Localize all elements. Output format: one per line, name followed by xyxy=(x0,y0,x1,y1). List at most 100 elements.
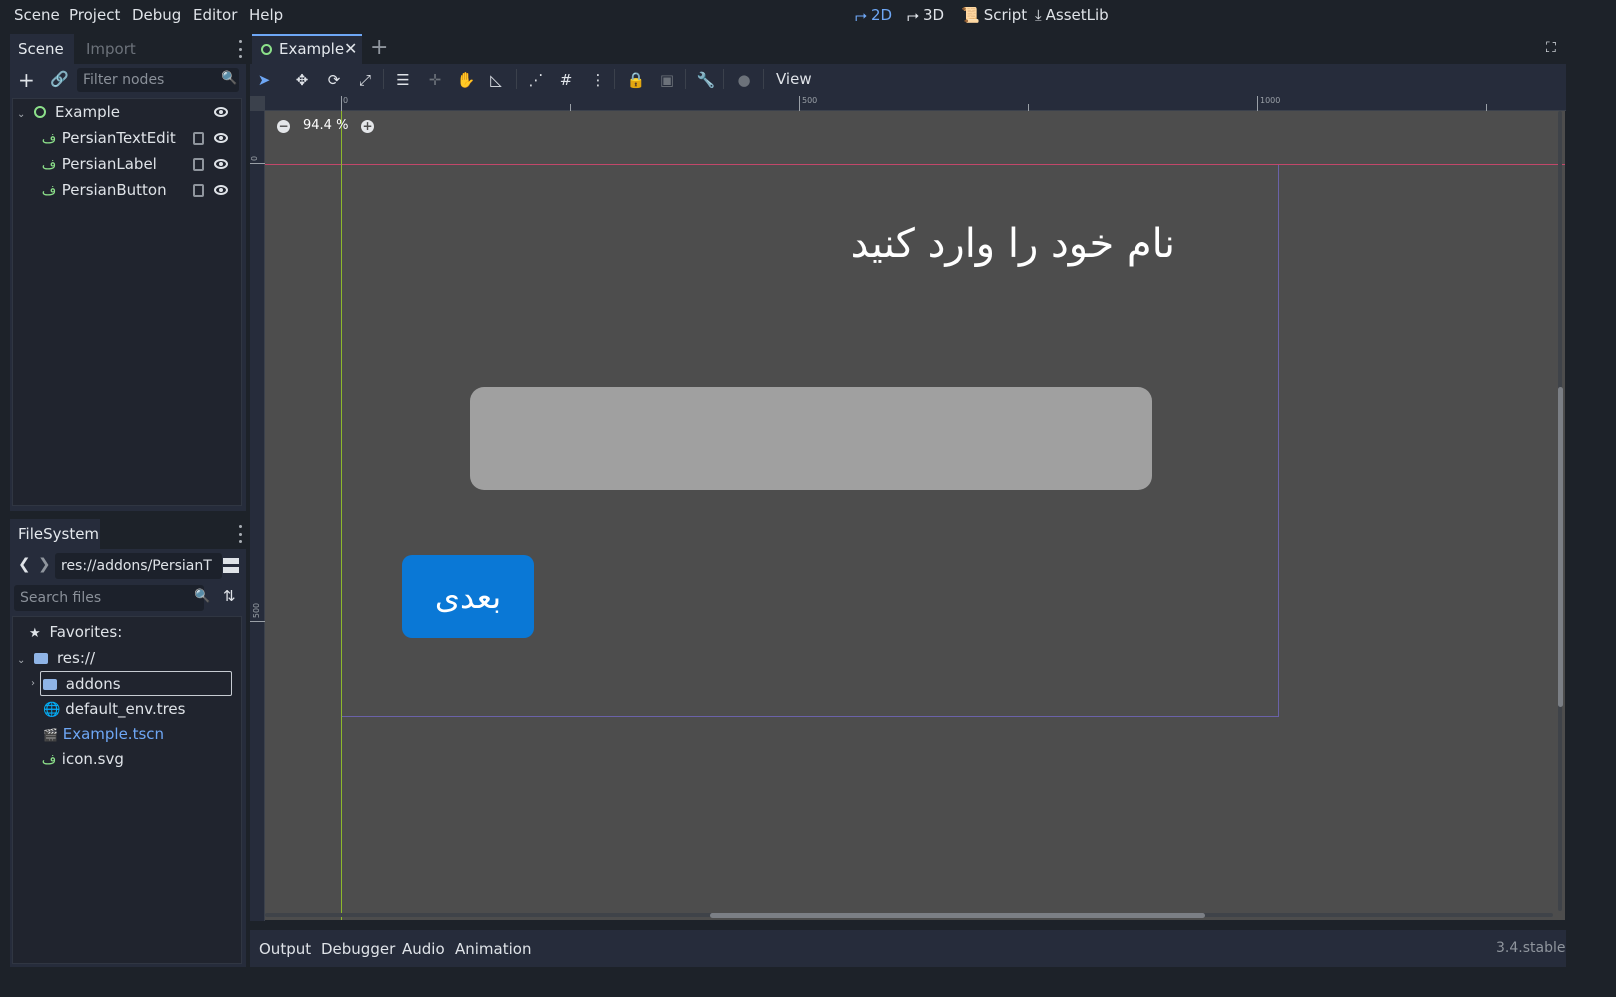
filesystem-dock-tabs: FileSystem xyxy=(10,519,246,549)
workspace-assetlib-button[interactable]: ⤓ AssetLib xyxy=(1035,6,1109,24)
group-icon[interactable]: ▣ xyxy=(657,71,677,89)
add-node-icon[interactable]: + xyxy=(18,68,35,92)
script-attached-icon[interactable] xyxy=(193,184,204,197)
file-item-default-env[interactable]: 🌐 default_env.tres xyxy=(43,697,185,721)
filesystem-menu-icon[interactable] xyxy=(238,525,242,543)
tab-filesystem[interactable]: FileSystem xyxy=(10,519,100,549)
editor-tab-label: Example xyxy=(279,40,345,58)
favorites-row[interactable]: ★ Favorites: xyxy=(29,620,122,644)
script-attached-icon[interactable] xyxy=(193,158,204,171)
list-select-icon[interactable]: ☰ xyxy=(393,71,413,89)
workspace-2d-button[interactable]: ⮣ 2D xyxy=(855,6,892,24)
node-name: PersianButton xyxy=(61,181,167,199)
horizontal-scrollbar[interactable] xyxy=(710,913,1205,918)
snap-options-icon[interactable]: ⋮ xyxy=(588,71,608,89)
file-item-icon-svg[interactable]: ف icon.svg xyxy=(41,747,124,771)
workspace-3d-button[interactable]: ⮣ 3D xyxy=(907,6,944,24)
folder-icon xyxy=(34,653,49,664)
key-camera-icon[interactable]: ● xyxy=(734,71,754,89)
visibility-eye-icon[interactable] xyxy=(214,133,228,143)
grid-snap-icon[interactable]: # xyxy=(556,71,576,89)
persian-button[interactable]: بعدی xyxy=(402,555,534,638)
menu-project[interactable]: Project xyxy=(69,6,120,24)
file-item-addons[interactable]: › addons xyxy=(31,671,232,696)
split-view-icon[interactable] xyxy=(223,558,239,574)
toolbar-separator xyxy=(685,69,686,89)
back-arrow-icon[interactable]: ❮ xyxy=(18,555,31,573)
scene-dock: + 🔗 Filter nodes 🔍 ⌄ Example ف PersianTe… xyxy=(10,64,246,511)
tab-import[interactable]: Import xyxy=(78,34,144,64)
file-name: addons xyxy=(65,675,121,693)
scene-tree: ⌄ Example ف PersianTextEdit ف PersianLab… xyxy=(12,98,242,506)
link-icon[interactable]: 🔗 xyxy=(50,70,69,88)
select-tool-icon[interactable]: ➤ xyxy=(254,71,274,89)
filter-nodes-input[interactable]: Filter nodes xyxy=(77,68,239,92)
ruler-label: 0 xyxy=(250,155,260,162)
move-tool-icon[interactable]: ✥ xyxy=(292,71,312,89)
tree-node-example[interactable]: ⌄ Example xyxy=(17,100,120,124)
persian-fa-icon: ف xyxy=(41,183,57,199)
favorites-label: Favorites: xyxy=(49,623,123,641)
node-name: Example xyxy=(54,103,121,121)
file-item-example-tscn[interactable]: 🎬 Example.tscn xyxy=(43,722,164,746)
skeleton-bone-icon[interactable]: 🔧 xyxy=(696,71,716,89)
scale-tool-icon[interactable]: ⤢ xyxy=(355,71,375,89)
rotate-tool-icon[interactable]: ⟳ xyxy=(324,71,344,89)
chevron-right-icon: › xyxy=(31,678,35,689)
scene-dock-menu-icon[interactable] xyxy=(238,40,242,58)
persian-label[interactable]: نام خود را وارد کنید xyxy=(805,221,1175,267)
forward-arrow-icon[interactable]: ❯ xyxy=(38,555,51,573)
canvas-viewport[interactable]: − 94.4 % + نام خود را وارد کنید بعدی xyxy=(265,111,1565,920)
script-attached-icon[interactable] xyxy=(193,132,204,145)
ruler-tool-icon[interactable]: ◺ xyxy=(486,71,506,89)
lock-icon[interactable]: 🔒 xyxy=(626,71,646,89)
workspace-assetlib-label: AssetLib xyxy=(1045,6,1109,24)
download-icon: ⤓ xyxy=(1035,6,1042,24)
tree-node-persianlabel[interactable]: ف PersianLabel xyxy=(41,152,157,176)
toolbar-separator xyxy=(516,69,517,89)
visibility-eye-icon[interactable] xyxy=(214,185,228,195)
vertical-ruler: 0 500 xyxy=(250,96,265,921)
menu-debug[interactable]: Debug xyxy=(132,6,181,24)
zoom-in-icon[interactable]: + xyxy=(361,120,374,133)
pan-tool-icon[interactable]: ✋ xyxy=(456,71,476,89)
version-label: 3.4.stable xyxy=(1496,940,1566,956)
sort-icon[interactable]: ⇅ xyxy=(223,587,236,605)
menu-editor[interactable]: Editor xyxy=(193,6,237,24)
tree-node-persiantextedit[interactable]: ف PersianTextEdit xyxy=(41,126,176,150)
filesystem-path-field[interactable]: res://addons/PersianT xyxy=(55,553,222,579)
pivot-tool-icon[interactable]: ✛ xyxy=(425,71,445,89)
add-tab-icon[interactable]: + xyxy=(370,35,388,60)
audio-button[interactable]: Audio xyxy=(402,940,445,958)
vertical-scrollbar[interactable] xyxy=(1558,387,1563,707)
smart-snap-icon[interactable]: ⋰ xyxy=(526,71,546,89)
menu-scene[interactable]: Scene xyxy=(14,6,60,24)
tree-node-persianbutton[interactable]: ف PersianButton xyxy=(41,178,167,202)
toolbar-separator xyxy=(383,69,384,89)
workspace-script-button[interactable]: 📜 Script xyxy=(961,6,1027,24)
tab-scene[interactable]: Scene xyxy=(10,34,74,64)
visibility-eye-icon[interactable] xyxy=(214,159,228,169)
clapper-icon: 🎬 xyxy=(43,728,58,742)
ruler-label: 0 xyxy=(343,96,349,105)
search-files-input[interactable]: Search files xyxy=(14,585,204,611)
output-button[interactable]: Output xyxy=(259,940,311,958)
animation-button[interactable]: Animation xyxy=(455,940,531,958)
workspace-2d-label: 2D xyxy=(871,6,893,24)
res-root-row[interactable]: ⌄ res:// xyxy=(17,646,95,670)
search-icon: 🔍 xyxy=(194,589,211,604)
editor-tab-example[interactable]: Example ✕ xyxy=(252,34,362,64)
zoom-level[interactable]: 94.4 % xyxy=(303,118,348,133)
chevron-down-icon: ⌄ xyxy=(17,109,26,120)
view-menu-button[interactable]: View xyxy=(776,70,812,88)
script-icon: 📜 xyxy=(961,6,980,24)
menu-help[interactable]: Help xyxy=(249,6,283,24)
node-name: PersianLabel xyxy=(61,155,157,173)
visibility-eye-icon[interactable] xyxy=(214,107,228,117)
zoom-out-icon[interactable]: − xyxy=(277,120,290,133)
filesystem-dock: ❮ ❯ res://addons/PersianT Search files 🔍… xyxy=(10,549,246,967)
debugger-button[interactable]: Debugger xyxy=(321,940,395,958)
close-icon[interactable]: ✕ xyxy=(344,39,357,58)
persian-text-edit[interactable] xyxy=(470,387,1152,490)
fullscreen-icon[interactable]: ⛶ xyxy=(1546,40,1556,56)
